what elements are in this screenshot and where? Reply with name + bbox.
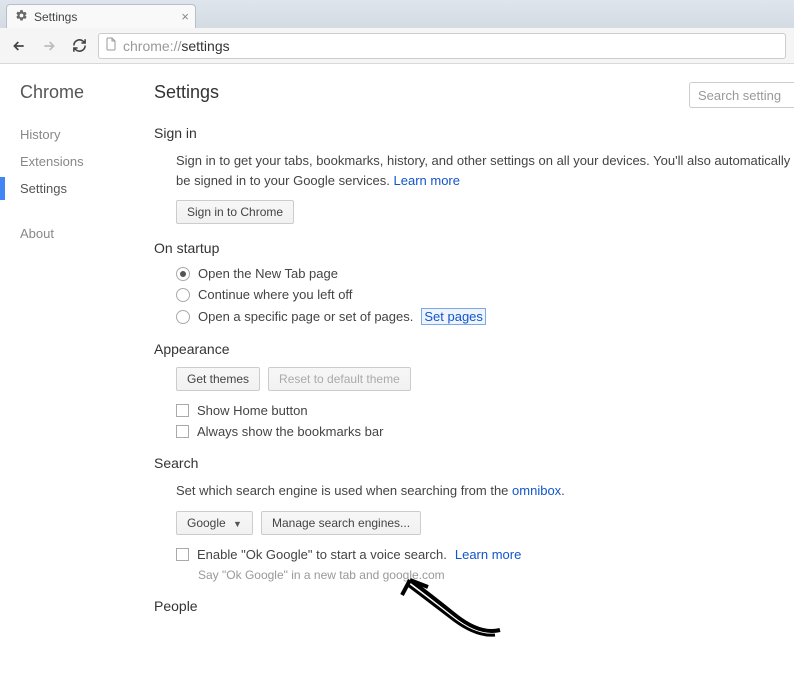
section-appearance-title: Appearance [154,341,794,357]
sidebar-title: Chrome [20,82,150,103]
url-scheme: chrome:// [123,38,181,54]
reset-theme-button[interactable]: Reset to default theme [268,367,411,391]
signin-learn-more-link[interactable]: Learn more [394,173,460,188]
section-signin-title: Sign in [154,125,794,141]
radio-icon [176,267,190,281]
main-content: Settings Search setting Sign in Sign in … [150,64,794,686]
section-people-title: People [154,598,794,614]
sidebar-item-settings[interactable]: Settings [20,175,150,202]
get-themes-button[interactable]: Get themes [176,367,260,391]
close-icon[interactable]: × [181,9,189,24]
url-path: settings [181,38,229,54]
browser-tab[interactable]: Settings × [6,4,196,28]
sidebar-item-extensions[interactable]: Extensions [20,148,150,175]
search-settings-input[interactable]: Search setting [689,82,794,108]
startup-radio-specific[interactable]: Open a specific page or set of pages. Se… [176,308,794,325]
page-icon [105,37,117,54]
ok-google-help: Say "Ok Google" in a new tab and google.… [198,568,794,582]
show-bookmarks-checkbox[interactable]: Always show the bookmarks bar [176,424,794,439]
checkbox-icon [176,404,189,417]
set-pages-link[interactable]: Set pages [421,308,486,325]
omnibox-link[interactable]: omnibox [512,483,561,498]
gear-icon [15,9,28,25]
ok-google-checkbox[interactable]: Enable "Ok Google" to start a voice sear… [176,547,794,562]
search-engine-dropdown[interactable]: Google ▼ [176,511,253,535]
signin-text: Sign in to get your tabs, bookmarks, his… [176,151,794,190]
toolbar: chrome://settings [0,28,794,64]
sidebar: Chrome History Extensions Settings About [0,64,150,686]
checkbox-icon [176,425,189,438]
radio-icon [176,288,190,302]
reload-button[interactable] [68,35,90,57]
sidebar-item-history[interactable]: History [20,121,150,148]
search-desc: Set which search engine is used when sea… [176,481,794,501]
signin-button[interactable]: Sign in to Chrome [176,200,294,224]
sidebar-item-about[interactable]: About [20,220,150,247]
startup-radio-continue[interactable]: Continue where you left off [176,287,794,302]
tab-title: Settings [34,10,77,24]
radio-icon [176,310,190,324]
checkbox-icon [176,548,189,561]
section-search-title: Search [154,455,794,471]
section-startup-title: On startup [154,240,794,256]
back-button[interactable] [8,35,30,57]
ok-google-learn-more-link[interactable]: Learn more [455,547,521,562]
tab-strip: Settings × [0,0,794,28]
startup-radio-newtab[interactable]: Open the New Tab page [176,266,794,281]
omnibox[interactable]: chrome://settings [98,33,786,59]
chevron-down-icon: ▼ [233,519,242,529]
forward-button[interactable] [38,35,60,57]
manage-search-engines-button[interactable]: Manage search engines... [261,511,421,535]
show-home-checkbox[interactable]: Show Home button [176,403,794,418]
